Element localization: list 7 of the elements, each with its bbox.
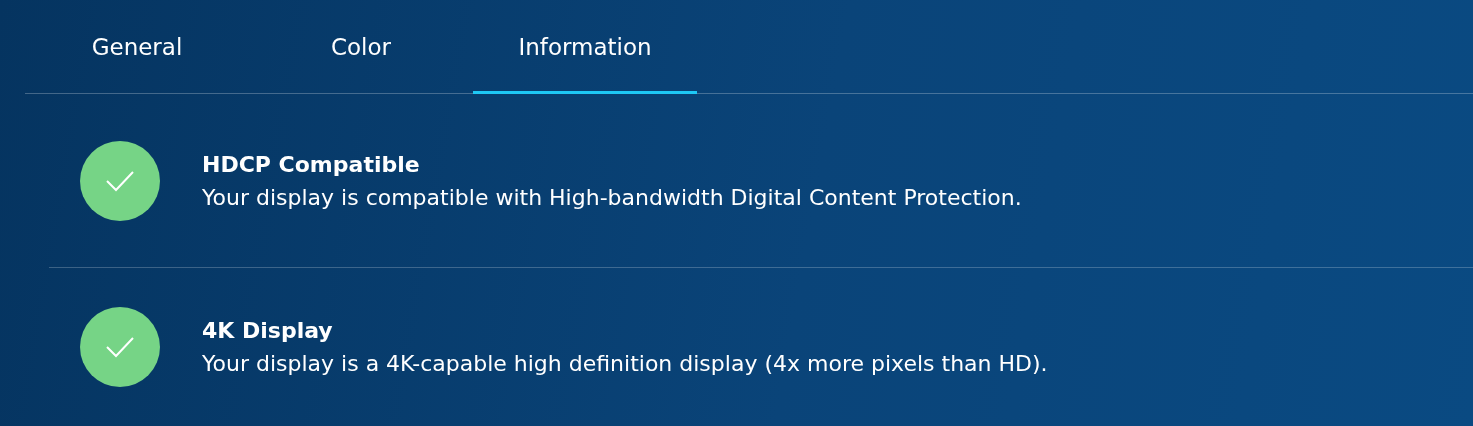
feature-description: Your display is compatible with High-bandwidth Digital Content Protection. xyxy=(202,184,1022,210)
feature-description: Your display is a 4K-capable high definition display (4x more pixels than HD). xyxy=(202,350,1048,376)
feature-title: HDCP Compatible xyxy=(202,151,421,177)
tab[interactable]: General xyxy=(25,0,249,94)
tab[interactable]: Color xyxy=(249,0,473,94)
feature-title: 4K Display xyxy=(202,317,334,343)
tab[interactable]: Information xyxy=(473,0,697,94)
